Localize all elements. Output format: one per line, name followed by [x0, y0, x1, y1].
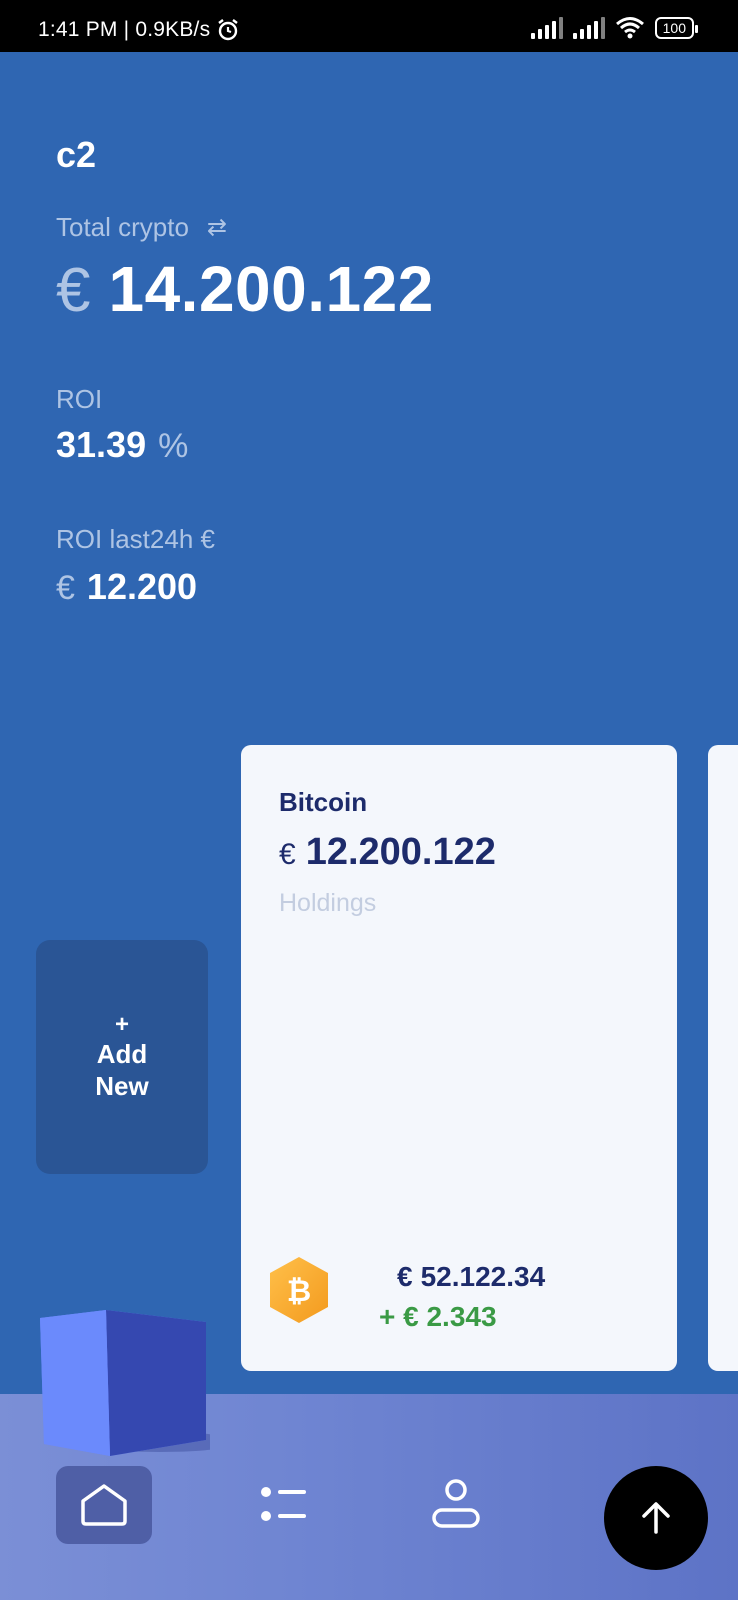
- coin-currency: €: [279, 838, 296, 871]
- coin-card-bitcoin[interactable]: Bitcoin € 12.200.122 Holdings ₿ € 52.122…: [241, 745, 677, 1371]
- alarm-icon: [218, 19, 239, 41]
- coin-price: 52.122.34: [420, 1261, 546, 1292]
- app-name: c2: [56, 134, 97, 175]
- add-new-button[interactable]: + Add New: [36, 940, 208, 1174]
- signal-icon: [530, 17, 563, 39]
- coin-holdings-value: 12.200.122: [305, 831, 496, 873]
- coin-card-next[interactable]: [708, 745, 738, 1371]
- status-bar: 1:41 PM | 0.9KB/s 100: [0, 0, 738, 52]
- arrow-up-icon: [642, 1502, 670, 1534]
- home-icon: [81, 1484, 127, 1526]
- coin-holdings-label: Holdings: [279, 889, 377, 917]
- currency-symbol: €: [56, 256, 91, 325]
- scroll-up-button[interactable]: [604, 1466, 708, 1570]
- nav-home-button[interactable]: [56, 1466, 152, 1544]
- status-time: 1:41 PM | 0.9KB/s: [38, 18, 211, 41]
- roi-row: 31.39 %: [56, 424, 188, 466]
- roi-last24h-currency: €: [56, 569, 75, 607]
- cube-illustration: [40, 1310, 210, 1456]
- signal-icon-2: [572, 17, 605, 39]
- bitcoin-icon: ₿: [270, 1257, 328, 1323]
- list-icon[interactable]: [256, 1482, 308, 1528]
- total-crypto-label[interactable]: Total crypto ⇄: [56, 212, 227, 243]
- roi-last24h-label: ROI last24h €: [56, 524, 215, 554]
- coin-change: + € 2.343: [379, 1301, 497, 1332]
- coin-price-row: € 52.122.34: [397, 1261, 545, 1293]
- battery-icon: 100: [654, 17, 699, 39]
- roi-last24h-row: € 12.200: [56, 566, 197, 608]
- roi-label: ROI: [56, 384, 103, 414]
- add-new-line1: Add: [96, 1039, 148, 1069]
- plus-icon: +: [114, 1011, 129, 1038]
- roi-value: 31.39: [56, 424, 147, 465]
- status-right: 100: [530, 16, 699, 40]
- coin-name: Bitcoin: [279, 787, 368, 817]
- roi-last24h-value: 12.200: [86, 566, 198, 607]
- status-left: 1:41 PM | 0.9KB/s: [38, 18, 240, 42]
- coin-holdings-row: € 12.200.122: [279, 831, 496, 874]
- add-new-line2: New: [95, 1071, 149, 1101]
- total-crypto-row: € 14.200.122: [56, 252, 434, 326]
- profile-icon[interactable]: [430, 1478, 482, 1532]
- total-crypto-text: Total crypto: [56, 212, 189, 242]
- total-crypto-value: 14.200.122: [108, 253, 434, 325]
- svg-text:₿: ₿: [287, 1274, 311, 1309]
- swap-arrows-icon[interactable]: ⇄: [207, 213, 227, 242]
- coin-price-currency: €: [397, 1261, 413, 1292]
- roi-unit: %: [158, 427, 189, 465]
- wifi-icon: [615, 17, 644, 39]
